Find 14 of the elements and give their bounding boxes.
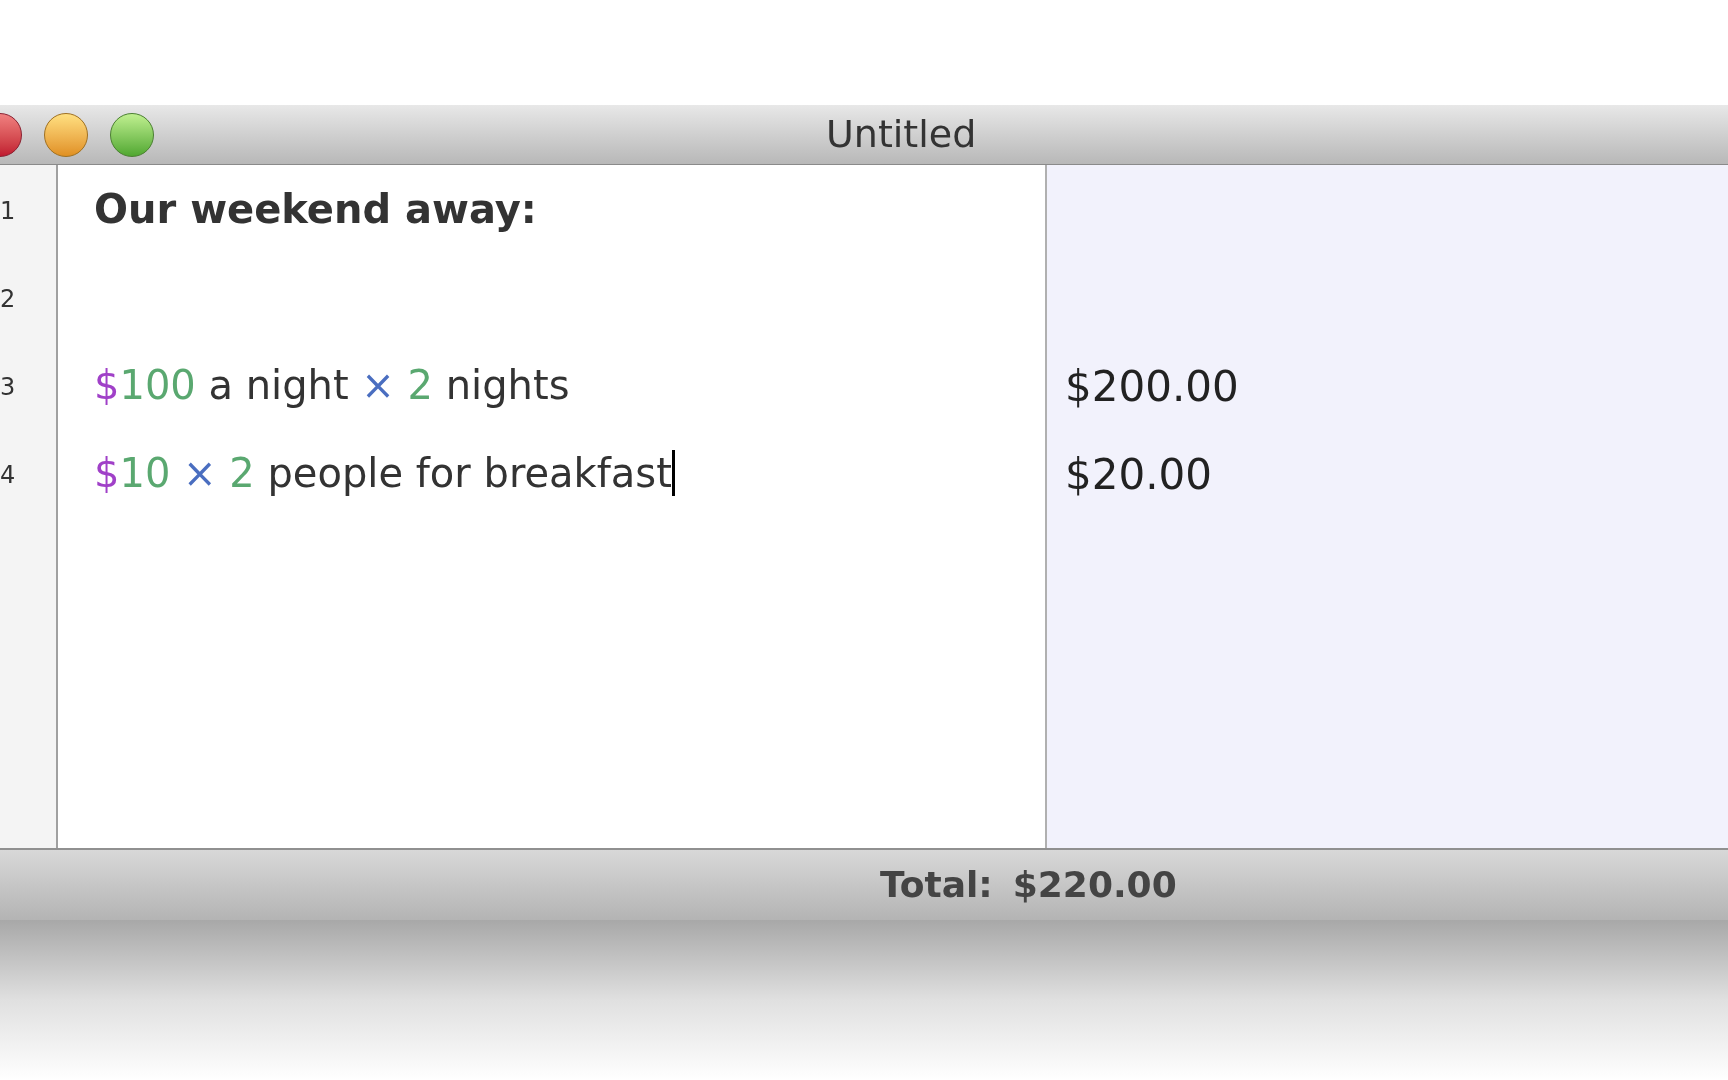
result-value: $20.00 [1065,449,1212,501]
line-text: Our weekend away: [94,185,537,233]
window-title: Untitled [826,111,977,158]
total-value: $220.00 [1012,863,1177,907]
result-value: $200.00 [1065,361,1239,413]
line-number: 3 [0,372,16,403]
minimize-button[interactable] [44,112,88,157]
line-number: 1 [0,196,16,227]
line-number: 2 [0,284,16,315]
line-number: 4 [0,460,16,491]
zoom-button[interactable] [110,112,154,157]
line-text: $100 a night × 2 nights [94,361,570,409]
line-text: $10 × 2 people for breakfast [94,449,675,497]
total-label: Total: [880,863,993,907]
